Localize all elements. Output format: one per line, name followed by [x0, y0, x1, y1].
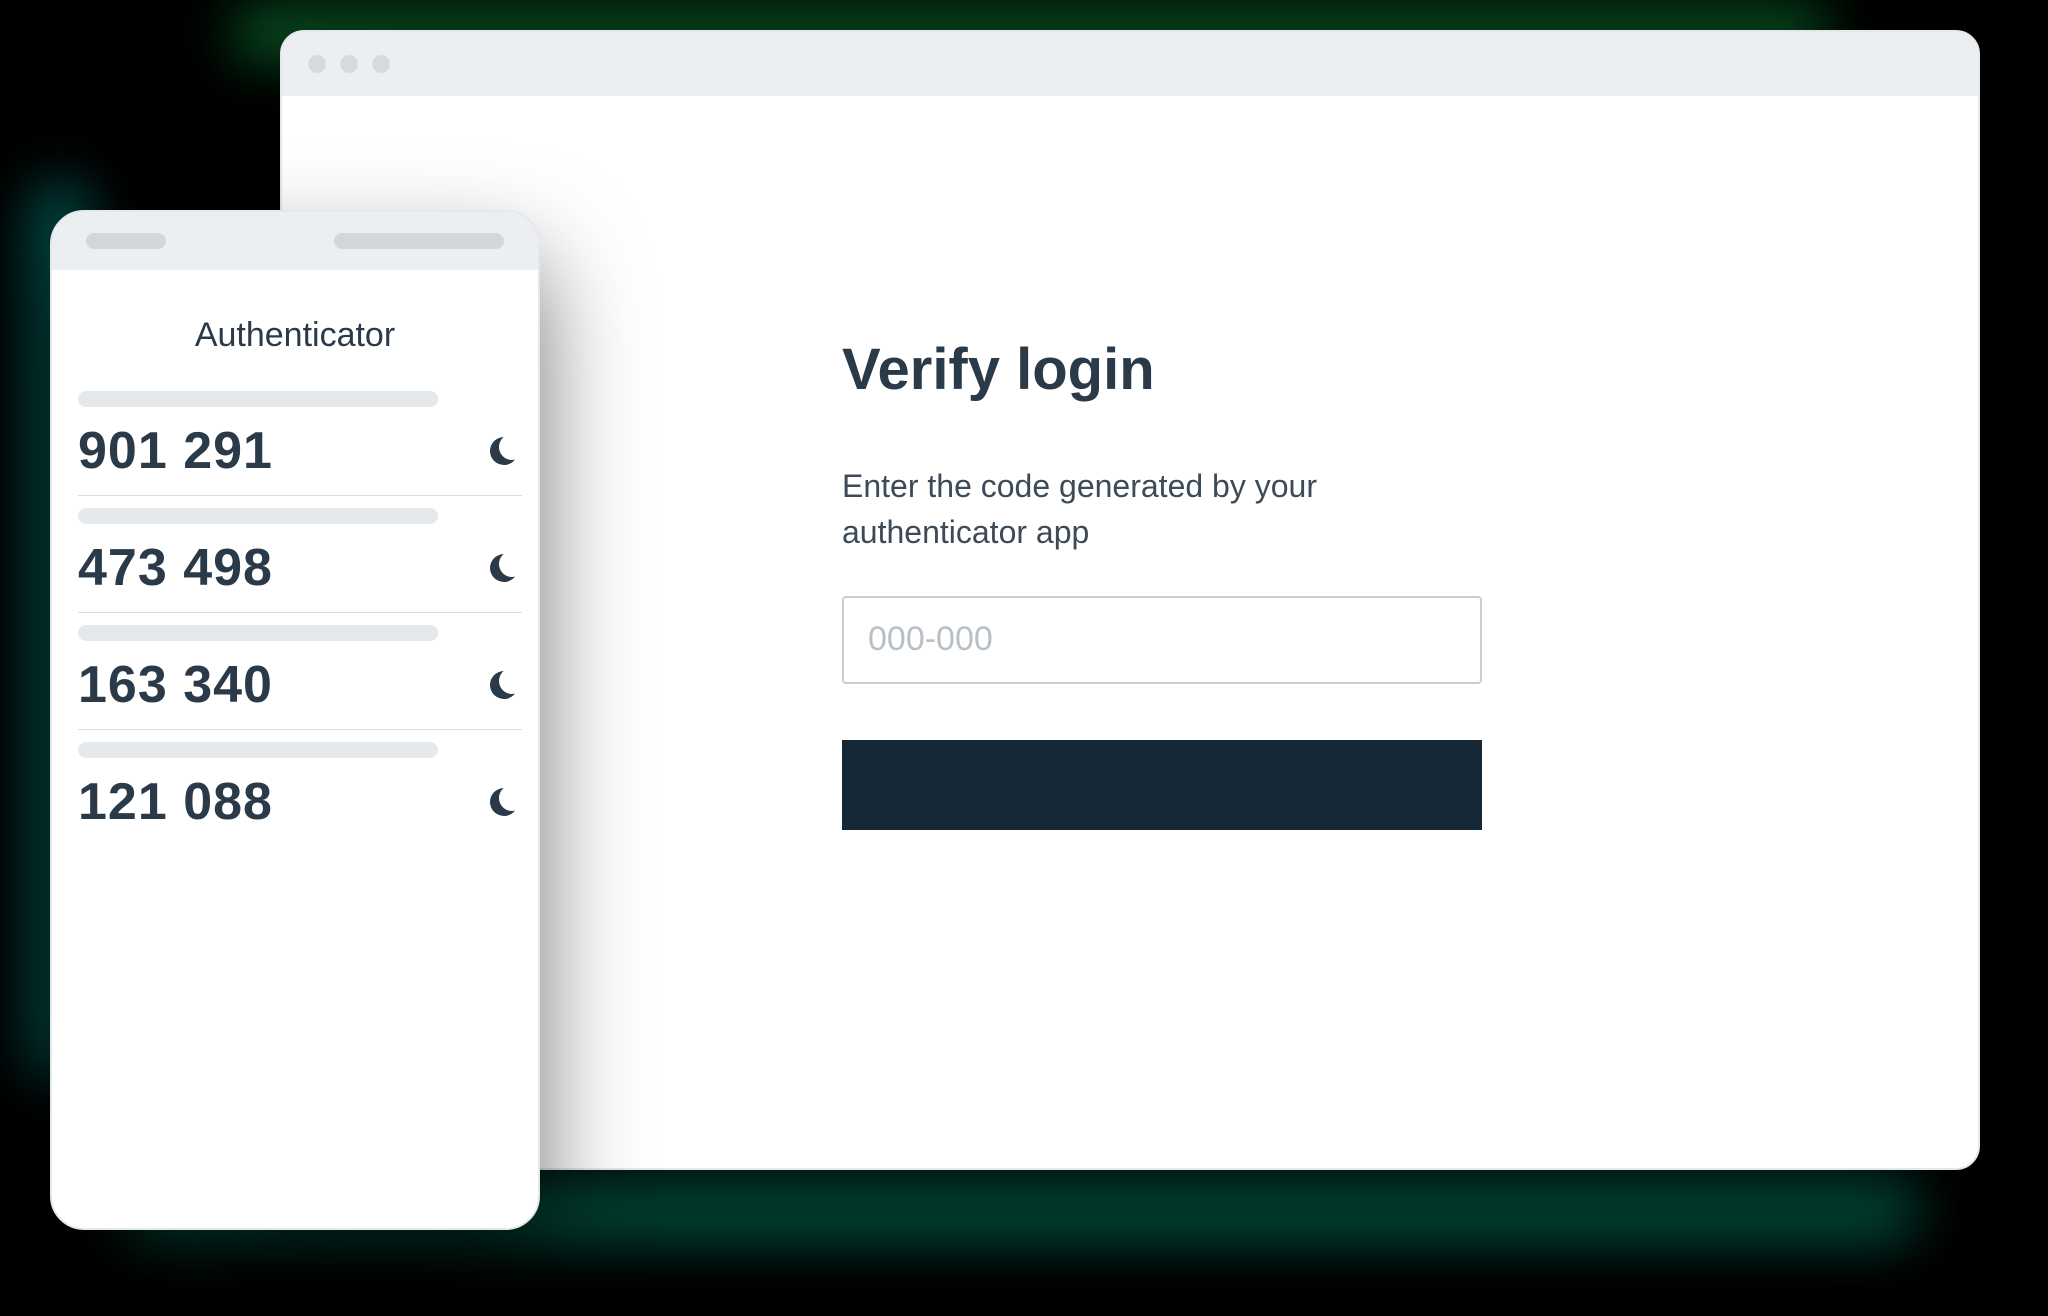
- authenticator-code-value: 473 498: [78, 538, 273, 598]
- timer-icon: [490, 554, 518, 582]
- authenticator-code-row[interactable]: 473 498: [78, 496, 522, 613]
- timer-icon: [490, 671, 518, 699]
- verify-submit-button[interactable]: [842, 740, 1482, 830]
- account-label-placeholder: [78, 625, 438, 641]
- authenticator-code-row[interactable]: 163 340: [78, 613, 522, 730]
- authenticator-code-value: 121 088: [78, 772, 273, 832]
- account-label-placeholder: [78, 508, 438, 524]
- authenticator-code-list: 901 291 473 498 163 340: [52, 379, 538, 846]
- verify-login-title: Verify login: [842, 336, 1978, 403]
- account-label-placeholder: [78, 391, 438, 407]
- authenticator-code-row[interactable]: 901 291: [78, 379, 522, 496]
- statusbar-pill-icon: [334, 233, 504, 249]
- statusbar-pill-icon: [86, 233, 166, 249]
- window-dot-icon: [372, 55, 390, 73]
- phone-mockup: Authenticator 901 291 473 498 163: [50, 210, 540, 1230]
- authenticator-app-title: Authenticator: [52, 270, 538, 379]
- verification-code-input[interactable]: [842, 596, 1482, 684]
- authenticator-code-value: 901 291: [78, 421, 273, 481]
- phone-statusbar: [52, 212, 538, 270]
- account-label-placeholder: [78, 742, 438, 758]
- authenticator-code-value: 163 340: [78, 655, 273, 715]
- timer-icon: [490, 437, 518, 465]
- window-dot-icon: [308, 55, 326, 73]
- window-dot-icon: [340, 55, 358, 73]
- authenticator-code-row[interactable]: 121 088: [78, 730, 522, 846]
- timer-icon: [490, 788, 518, 816]
- verify-login-description: Enter the code generated by your authent…: [842, 463, 1482, 556]
- browser-titlebar: [282, 32, 1978, 96]
